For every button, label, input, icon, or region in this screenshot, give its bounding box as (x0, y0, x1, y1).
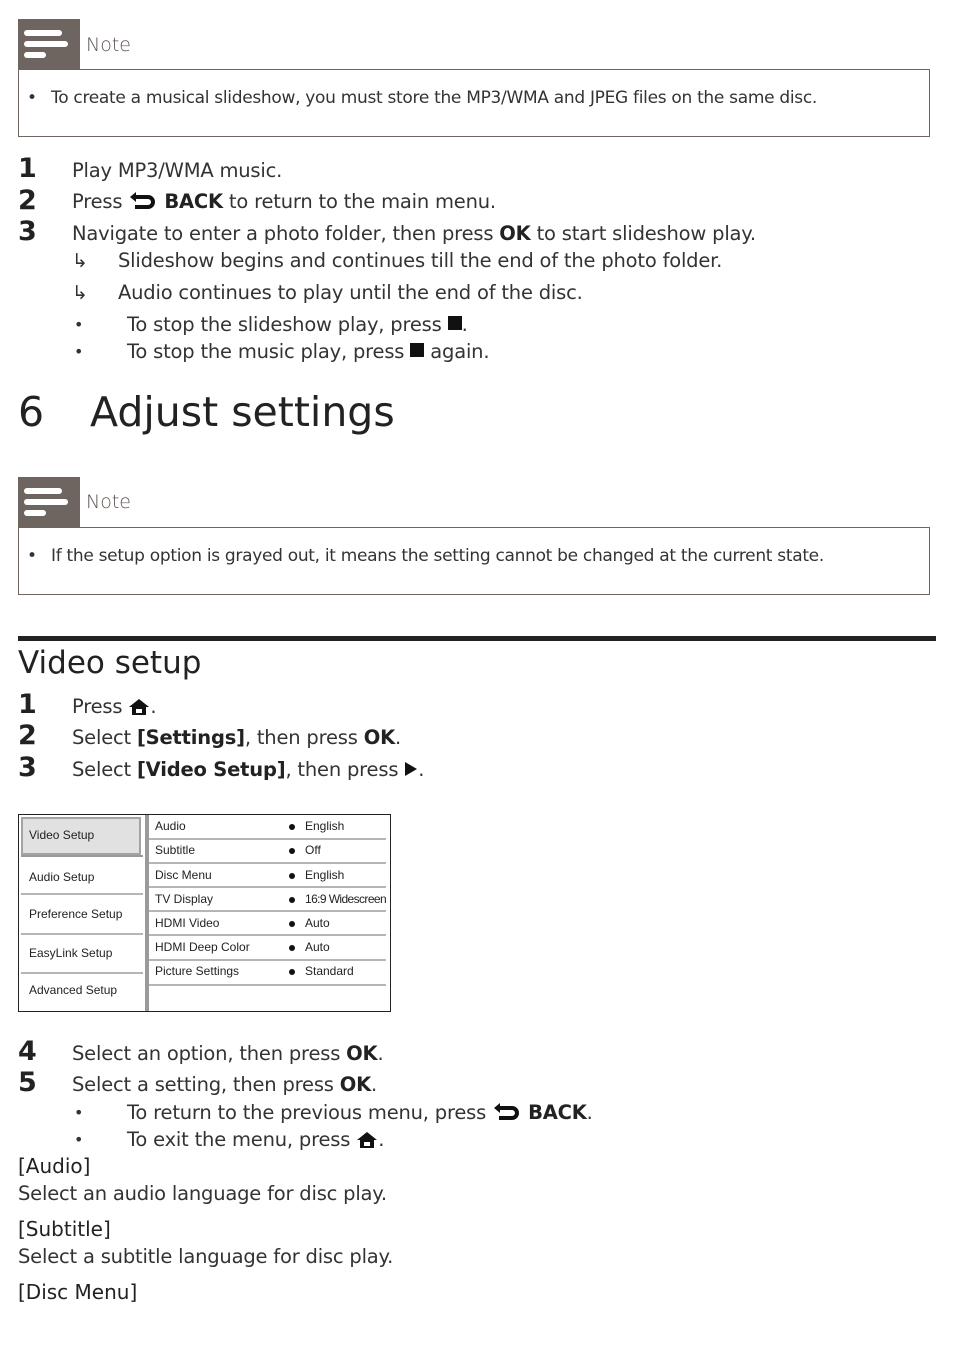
step-number: 1 (18, 153, 37, 184)
menu-category-list: Video Setup Audio Setup Preference Setup… (19, 815, 145, 1011)
section-title: Video setup (18, 645, 202, 681)
menu-option-disc-menu[interactable]: Disc Menu English (155, 864, 386, 888)
menu-option-subtitle[interactable]: Subtitle Off (155, 839, 386, 863)
step-number: 2 (18, 720, 37, 751)
back-icon (130, 192, 156, 209)
step-number: 4 (18, 1036, 37, 1067)
menu-option-hdmi-deep-color[interactable]: HDMI Deep Color Auto (155, 936, 386, 960)
result-text: Slideshow begins and continues till the … (118, 249, 723, 272)
result-arrow-icon: ↳ (72, 250, 88, 272)
result-arrow-icon: ↳ (72, 282, 88, 304)
option-title-subtitle: [Subtitle] (18, 1217, 111, 1241)
menu-category-video-setup[interactable]: Video Setup (29, 828, 94, 842)
step-text: Press . (72, 695, 157, 718)
video-setup-menu: Video Setup Audio Setup Preference Setup… (18, 814, 391, 1012)
chapter-number: 6 (18, 388, 45, 436)
option-title-disc-menu: [Disc Menu] (18, 1280, 138, 1304)
step-number: 1 (18, 689, 37, 720)
menu-category-easylink-setup[interactable]: EasyLink Setup (29, 946, 112, 960)
bullet: • (27, 88, 37, 108)
menu-category-advanced-setup[interactable]: Advanced Setup (29, 983, 117, 997)
step-text: Press BACK to return to the main menu. (72, 190, 496, 213)
note-icon (18, 477, 80, 527)
note-text: To create a musical slideshow, you must … (51, 88, 817, 108)
bullet-icon (289, 921, 295, 927)
bullet-text: To exit the menu, press . (127, 1128, 385, 1151)
step-text: Select a setting, then press OK. (72, 1073, 378, 1096)
bullet: • (74, 1130, 84, 1149)
play-right-icon (405, 762, 418, 776)
bullet-icon (289, 969, 295, 975)
step-text: Select [Video Setup], then press . (72, 758, 425, 781)
menu-option-tv-display[interactable]: TV Display 16:9 Widescreen (155, 888, 387, 912)
step-text: Play MP3/WMA music. (72, 159, 283, 182)
stop-icon (447, 316, 462, 330)
menu-option-hdmi-video[interactable]: HDMI Video Auto (155, 912, 386, 936)
bullet-icon (289, 897, 295, 903)
bullet-icon (289, 873, 295, 879)
bullet: • (27, 546, 37, 566)
result-text: Audio continues to play until the end of… (118, 281, 583, 304)
note-icon (18, 19, 80, 69)
step-number: 2 (18, 185, 37, 216)
menu-option-picture-settings[interactable]: Picture Settings Standard (155, 960, 386, 984)
bullet: • (74, 315, 84, 334)
bullet: • (74, 342, 84, 361)
bullet-text: To return to the previous menu, press BA… (127, 1101, 593, 1124)
option-title-audio: [Audio] (18, 1154, 91, 1178)
bullet-text: To stop the music play, press again. (127, 340, 490, 363)
menu-category-preference-setup[interactable]: Preference Setup (29, 907, 122, 921)
section-divider (18, 636, 936, 641)
note-text: If the setup option is grayed out, it me… (51, 546, 824, 566)
menu-divider (145, 815, 149, 1011)
bullet-icon (289, 848, 295, 854)
bullet: • (74, 1103, 84, 1122)
home-icon (129, 699, 150, 715)
chapter-heading: 6 Adjust settings (18, 388, 395, 436)
bullet-icon (289, 945, 295, 951)
step-text: Select [Settings], then press OK. (72, 726, 401, 749)
stop-icon (410, 343, 425, 357)
step-text: Select an option, then press OK. (72, 1042, 384, 1065)
option-desc-audio: Select an audio language for disc play. (18, 1182, 387, 1205)
chapter-title: Adjust settings (90, 388, 395, 436)
step-number: 3 (18, 216, 37, 247)
bullet-text: To stop the slideshow play, press . (127, 313, 468, 336)
back-icon (494, 1103, 520, 1120)
bullet-icon (289, 824, 295, 830)
option-desc-subtitle: Select a subtitle language for disc play… (18, 1245, 394, 1268)
home-icon (357, 1132, 378, 1148)
note-box: • To create a musical slideshow, you must… (18, 69, 930, 137)
menu-option-audio[interactable]: Audio English (155, 815, 386, 839)
note-title: Note (86, 491, 131, 513)
menu-category-audio-setup[interactable]: Audio Setup (29, 870, 94, 884)
note-title: Note (86, 34, 131, 56)
note-box: • If the setup option is grayed out, it m… (18, 527, 930, 595)
step-number: 3 (18, 752, 37, 783)
step-text: Navigate to enter a photo folder, then p… (72, 222, 756, 245)
step-number: 5 (18, 1067, 37, 1098)
